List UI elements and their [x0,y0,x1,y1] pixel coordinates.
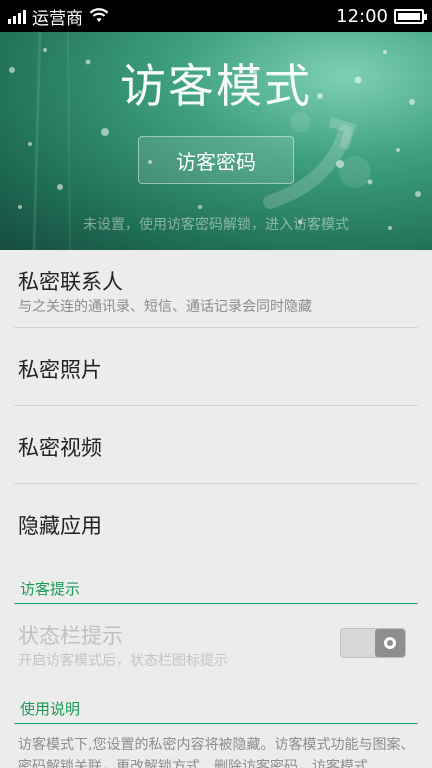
wifi-icon [89,8,109,24]
list-item-title: 私密照片 [18,358,102,382]
status-bar-hint-title: 状态栏提示 [18,624,123,648]
guest-password-button[interactable]: 访客密码 [138,136,294,184]
list-item-title: 私密视频 [18,436,102,460]
battery-icon [394,8,427,24]
carrier-label: 运营商 [32,8,83,29]
status-bar-hint-subtitle: 开启访客模式后，状态栏图标提示 [18,653,228,669]
toggle-thumb [375,629,405,657]
status-right: 12:00 [336,5,427,27]
private-content-list: 私密联系人 与之关连的通讯录、短信、通话记录会同时隐藏 私密照片 私密视频 隐藏… [0,250,432,562]
section-hint-header: 访客提示 [14,574,418,604]
list-item-private-contacts[interactable]: 私密联系人 与之关连的通讯录、短信、通话记录会同时隐藏 [14,250,418,328]
section-label: 访客提示 [20,580,81,598]
hero-subtitle: 未设置，使用访客密码解锁，进入访客模式 [83,217,349,233]
status-left: 运营商 [8,4,109,29]
section-usage-header: 使用说明 [14,694,418,724]
clock: 12:00 [336,5,388,27]
page-title: 访客模式 [120,59,312,113]
hero-banner: 访客模式 访客密码 未设置，使用访客密码解锁，进入访客模式 [0,32,432,250]
section-label: 使用说明 [20,700,81,718]
status-bar-hint-toggle[interactable] [340,628,406,658]
battery-fill [398,12,420,20]
list-item-subtitle: 与之关连的通讯录、短信、通话记录会同时隐藏 [18,299,312,315]
usage-description: 访客模式下,您设置的私密内容将被隐藏。访客模式功能与图案、密码解锁关联，更改解锁… [18,737,415,768]
list-item-title: 私密联系人 [18,270,123,294]
signal-icon [8,8,26,24]
status-bar-hint-row: 状态栏提示 开启访客模式后，状态栏图标提示 [14,612,418,676]
list-item-private-photos[interactable]: 私密照片 [14,328,418,406]
list-item-private-videos[interactable]: 私密视频 [14,406,418,484]
list-item-hidden-apps[interactable]: 隐藏应用 [14,484,418,562]
list-item-title: 隐藏应用 [18,514,102,538]
status-bar: 运营商 12:00 [0,0,432,32]
